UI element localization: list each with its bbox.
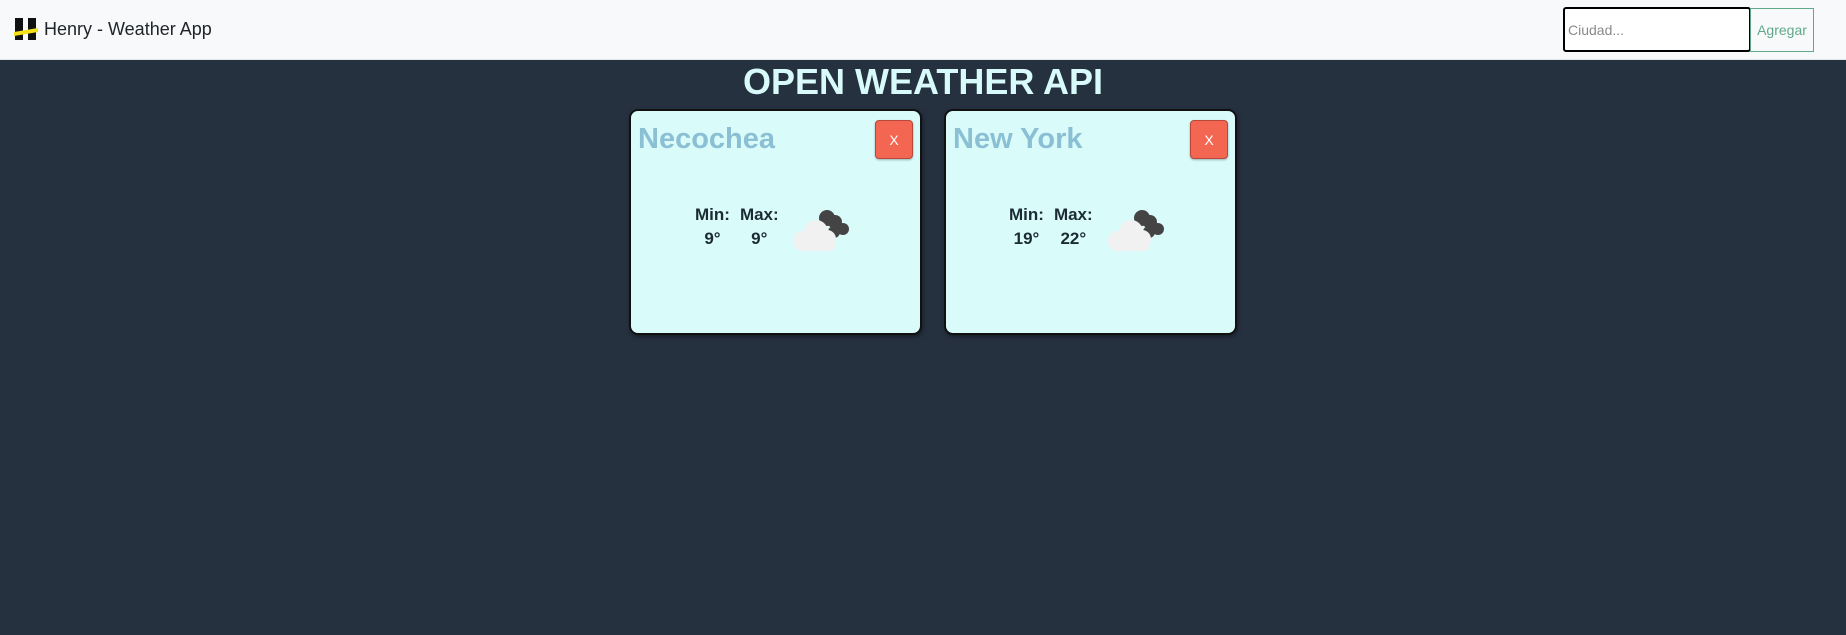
close-card-button[interactable]: X — [1190, 120, 1228, 159]
min-label: Min: — [1009, 205, 1044, 224]
city-card: Necochea X Min: 9° Max: 9° — [629, 109, 922, 335]
min-value: 9° — [704, 229, 721, 248]
city-card: New York X Min: 19° Max: 22° — [944, 109, 1237, 335]
min-temp: Min: 9° — [695, 203, 730, 251]
add-city-button[interactable]: Agregar — [1750, 8, 1814, 52]
broken-clouds-icon — [793, 210, 849, 251]
max-label: Max: — [739, 205, 779, 224]
temperature-group: Min: 19° Max: 22° — [1009, 203, 1103, 251]
max-value: 22° — [1060, 229, 1087, 248]
henry-logo-icon — [14, 18, 38, 40]
max-temp: Max: 9° — [740, 203, 779, 251]
brand[interactable]: Henry - Weather App — [14, 16, 212, 42]
max-temp: Max: 22° — [1054, 203, 1093, 251]
city-name: Necochea — [638, 123, 776, 155]
city-search-input[interactable] — [1563, 7, 1751, 52]
max-value: 9° — [751, 229, 768, 248]
city-name: New York — [953, 123, 1083, 155]
max-label: Max: — [1053, 205, 1093, 224]
navbar: Henry - Weather App Agregar — [0, 0, 1846, 60]
broken-clouds-icon — [1108, 210, 1164, 251]
temperature-group: Min: 9° Max: 9° — [695, 203, 789, 251]
min-temp: Min: 19° — [1009, 203, 1044, 251]
min-label: Min: — [695, 205, 730, 224]
min-value: 19° — [1013, 229, 1040, 248]
app-title: Henry - Weather App — [44, 18, 212, 39]
close-card-button[interactable]: X — [875, 120, 913, 159]
page-title: OPEN WEATHER API — [742, 61, 1104, 102]
